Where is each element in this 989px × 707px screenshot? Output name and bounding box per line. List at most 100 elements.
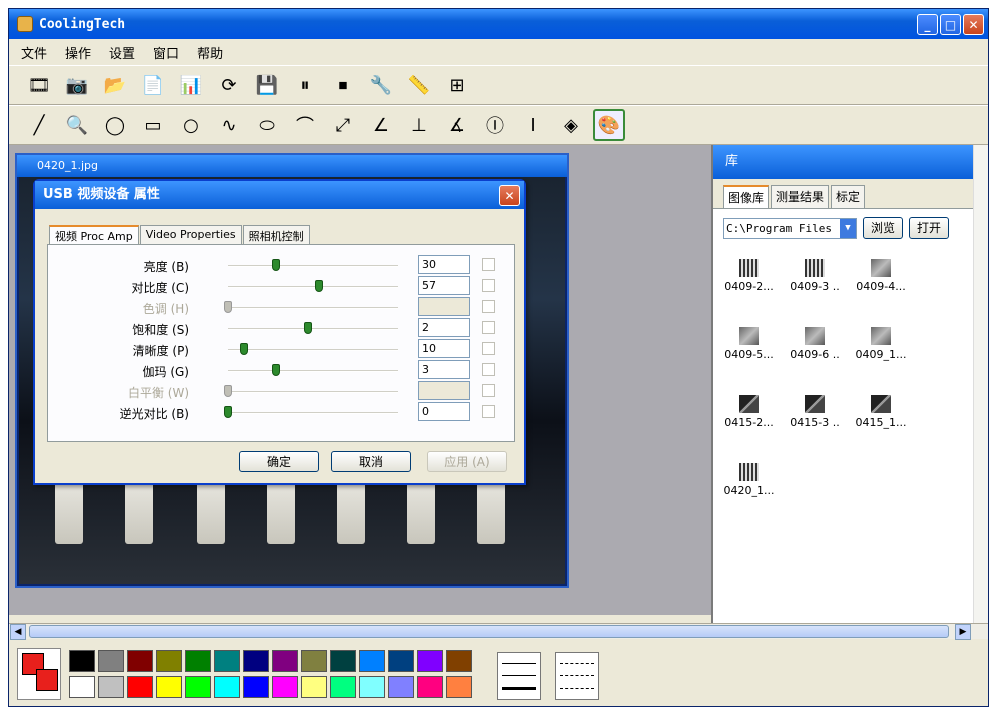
library-thumbnail[interactable]: 0420_1... (717, 463, 781, 497)
background-color-swatch[interactable] (36, 669, 58, 691)
color-swatch[interactable] (446, 650, 472, 672)
tab-measure-results[interactable]: 测量结果 (771, 185, 830, 208)
ok-button[interactable]: 确定 (239, 451, 319, 472)
color-swatch[interactable] (69, 676, 95, 698)
magnifier-icon[interactable]: 🔍 (61, 109, 93, 141)
auto-checkbox[interactable] (482, 342, 495, 355)
slider-thumb[interactable] (272, 259, 280, 271)
color-swatch[interactable] (301, 676, 327, 698)
minimize-button[interactable]: _ (917, 14, 938, 35)
text-icon[interactable]: Ⅰ (517, 109, 549, 141)
tab-camera-control[interactable]: 照相机控制 (242, 225, 310, 246)
arc-icon[interactable]: ⌒ (289, 109, 321, 141)
auto-checkbox[interactable] (482, 405, 495, 418)
menu-window[interactable]: 窗口 (153, 43, 179, 62)
color-swatch[interactable] (417, 676, 443, 698)
library-thumbnail[interactable]: 0415_1... (849, 395, 913, 429)
horizontal-scrollbar[interactable]: ◀ ▶ (9, 623, 988, 640)
line-icon[interactable]: ╱ (23, 109, 55, 141)
point-distance-icon[interactable]: ⤢ (327, 109, 359, 141)
circle-icon[interactable]: ○ (175, 109, 207, 141)
scroll-thumb[interactable] (29, 625, 949, 638)
settings-icon[interactable]: 🔧 (365, 69, 397, 101)
angle-measure-icon[interactable]: ∡ (441, 109, 473, 141)
color-swatch[interactable] (359, 650, 385, 672)
close-button[interactable]: ✕ (963, 14, 984, 35)
menu-file[interactable]: 文件 (21, 43, 47, 62)
menu-help[interactable]: 帮助 (197, 43, 223, 62)
property-slider[interactable] (228, 412, 398, 414)
color-swatch[interactable] (156, 676, 182, 698)
chevron-down-icon[interactable]: ▼ (840, 218, 856, 238)
tab-calibration[interactable]: 标定 (831, 185, 866, 208)
dialog-close-button[interactable]: ✕ (499, 185, 520, 206)
library-thumbnail[interactable]: 0409-6 .. (783, 327, 847, 361)
pause-icon[interactable]: ⏸ (289, 69, 321, 101)
scroll-right-icon[interactable]: ▶ (955, 624, 971, 640)
color-swatch[interactable] (185, 650, 211, 672)
solid-line-style[interactable] (497, 652, 541, 700)
camera-icon[interactable]: 📷 (61, 69, 93, 101)
menu-settings[interactable]: 设置 (109, 43, 135, 62)
color-swatch[interactable] (330, 650, 356, 672)
color-swatch[interactable] (214, 650, 240, 672)
circle-count-icon[interactable]: Ⓘ (479, 109, 511, 141)
tab-image-library[interactable]: 图像库 (723, 185, 770, 208)
auto-checkbox[interactable] (482, 279, 495, 292)
color-swatch[interactable] (388, 676, 414, 698)
color-swatch[interactable] (417, 650, 443, 672)
property-value-field[interactable]: 57 (418, 276, 470, 295)
stop-icon[interactable]: ⏹ (327, 69, 359, 101)
slider-thumb[interactable] (315, 280, 324, 292)
color-swatch[interactable] (272, 650, 298, 672)
angle-icon[interactable]: ∠ (365, 109, 397, 141)
refresh-icon[interactable]: ⟳ (213, 69, 245, 101)
color-swatch[interactable] (69, 650, 95, 672)
property-value-field[interactable]: 10 (418, 339, 470, 358)
current-color[interactable] (17, 648, 61, 700)
menu-operation[interactable]: 操作 (65, 43, 91, 62)
color-swatch[interactable] (446, 676, 472, 698)
library-thumbnail[interactable]: 0409_1... (849, 327, 913, 361)
palette-icon[interactable]: 🎨 (593, 109, 625, 141)
excel-icon[interactable]: 📊 (175, 69, 207, 101)
video-icon[interactable]: 🎞 (23, 69, 55, 101)
property-slider[interactable] (228, 328, 398, 330)
property-value-field[interactable]: 2 (418, 318, 470, 337)
slider-thumb[interactable] (240, 343, 248, 355)
perpendicular-icon[interactable]: ⊥ (403, 109, 435, 141)
property-value-field[interactable]: 30 (418, 255, 470, 274)
curve-icon[interactable]: ∿ (213, 109, 245, 141)
library-thumbnail[interactable]: 0409-5... (717, 327, 781, 361)
library-thumbnail[interactable]: 0409-2... (717, 259, 781, 293)
color-swatch[interactable] (214, 676, 240, 698)
library-thumbnail[interactable]: 0409-4... (849, 259, 913, 293)
color-swatch[interactable] (388, 650, 414, 672)
auto-checkbox[interactable] (482, 258, 495, 271)
color-swatch[interactable] (127, 676, 153, 698)
library-thumbnail[interactable]: 0415-3 .. (783, 395, 847, 429)
property-slider[interactable] (228, 265, 398, 267)
property-slider[interactable] (228, 370, 398, 372)
color-swatch[interactable] (98, 676, 124, 698)
color-swatch[interactable] (185, 676, 211, 698)
color-swatch[interactable] (127, 650, 153, 672)
path-select[interactable]: C:\Program Files ▼ (723, 217, 857, 239)
scroll-left-icon[interactable]: ◀ (10, 624, 26, 640)
ruler-icon[interactable]: 📏 (403, 69, 435, 101)
rectangle-icon[interactable]: ▭ (137, 109, 169, 141)
open-folder-icon[interactable]: 📂 (99, 69, 131, 101)
tab-video-properties[interactable]: Video Properties (139, 225, 242, 246)
maximize-button[interactable]: □ (940, 14, 961, 35)
color-swatch[interactable] (98, 650, 124, 672)
slider-thumb[interactable] (224, 406, 232, 418)
word-icon[interactable]: 📄 (137, 69, 169, 101)
open-button[interactable]: 打开 (909, 217, 950, 239)
slider-thumb[interactable] (272, 364, 280, 376)
auto-checkbox[interactable] (482, 363, 495, 376)
color-swatch[interactable] (359, 676, 385, 698)
circle-select-icon[interactable]: ◯ (99, 109, 131, 141)
library-thumbnail[interactable]: 0409-3 .. (783, 259, 847, 293)
scale-icon[interactable]: ⊞ (441, 69, 473, 101)
property-slider[interactable] (228, 286, 398, 288)
